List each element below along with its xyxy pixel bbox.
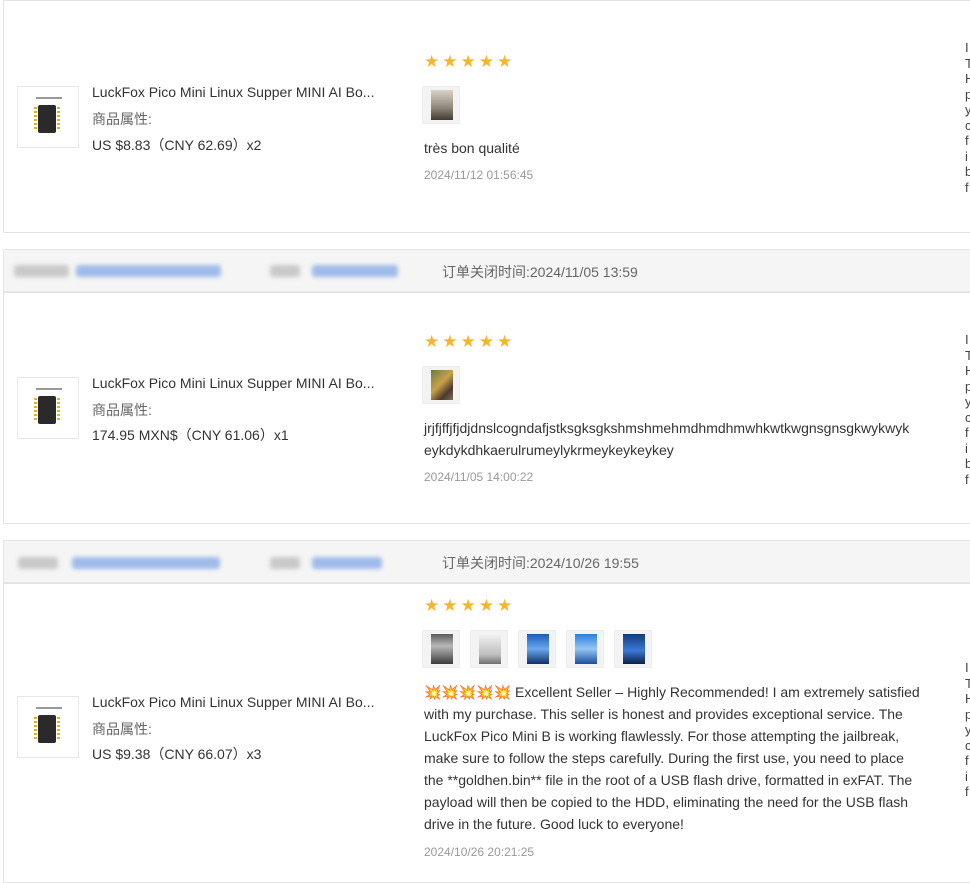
review-text-line-2: eykdykdhkaerulrumeylykrmeykeykeykey <box>424 442 674 458</box>
rating-stars: ★★★★★ <box>424 52 516 71</box>
board-pins-right <box>57 107 60 131</box>
clipped-column-text-2: IT Hp yc fi bf <box>965 332 970 487</box>
product-thumbnail[interactable] <box>17 377 79 439</box>
clipped-column-text-3: IT Hp yc fi f <box>965 660 970 799</box>
review-photo-2[interactable] <box>470 630 508 668</box>
redacted-text <box>270 265 300 277</box>
board-image <box>38 105 56 133</box>
board-pins-right <box>57 717 60 741</box>
board-image <box>38 715 56 743</box>
review-text: très bon qualité <box>424 140 520 156</box>
redacted-store-link <box>312 557 382 569</box>
product-attributes-label: 商品属性: <box>92 402 152 418</box>
review-photo-1[interactable] <box>422 630 460 668</box>
order-close-time: 订单关闭时间:2024/11/05 13:59 <box>442 264 638 280</box>
product-price: US $9.38（CNY 66.07）x3 <box>92 746 262 762</box>
review-date: 2024/10/26 20:21:25 <box>424 845 535 859</box>
product-price: US $8.83（CNY 62.69）x2 <box>92 137 262 153</box>
order-header-3: 订单关闭时间:2024/10/26 19:55 <box>3 540 970 583</box>
product-attributes-label: 商品属性: <box>92 721 152 737</box>
rating-stars: ★★★★★ <box>424 332 516 351</box>
product-thumbnail[interactable] <box>17 86 79 148</box>
review-text-line-1: 💥💥💥💥💥 Excellent Seller – Highly Recommen… <box>424 684 920 700</box>
review-date: 2024/11/05 14:00:22 <box>424 470 534 484</box>
review-text-line-7: drive in the future. Good luck to everyo… <box>424 816 684 832</box>
product-title[interactable]: LuckFox Pico Mini Linux Supper MINI AI B… <box>92 694 374 710</box>
board-pins-left <box>34 107 37 131</box>
order-card-1: LuckFox Pico Mini Linux Supper MINI AI B… <box>3 0 970 233</box>
product-price: 174.95 MXN$（CNY 61.06）x1 <box>92 427 289 443</box>
product-thumbnail[interactable] <box>17 696 79 758</box>
thumbnail-label-mark <box>36 707 62 709</box>
review-text-line-5: the **goldhen.bin** file in the root of … <box>424 772 913 788</box>
review-text-line-6: payload will then be copied to the HDD, … <box>424 794 909 810</box>
review-photo[interactable] <box>422 366 460 404</box>
order-close-time: 订单关闭时间:2024/10/26 19:55 <box>442 555 639 571</box>
thumbnail-label-mark <box>36 388 62 390</box>
order-card-2: LuckFox Pico Mini Linux Supper MINI AI B… <box>3 292 970 524</box>
review-photo-5[interactable] <box>614 630 652 668</box>
product-title[interactable]: LuckFox Pico Mini Linux Supper MINI AI B… <box>92 375 374 391</box>
clipped-column-text-1: IT Hp yc fi bf <box>965 40 970 195</box>
product-title[interactable]: LuckFox Pico Mini Linux Supper MINI AI B… <box>92 84 374 100</box>
review-text-line-3: LuckFox Pico Mini B is working flawlessl… <box>424 728 900 744</box>
redacted-order-id <box>72 557 220 569</box>
order-header-2: 订单关闭时间:2024/11/05 13:59 <box>3 249 970 292</box>
review-text-line-1: jrjfjffjfjdjdnslcogndafjstksgksgkshmshme… <box>424 420 910 436</box>
board-image <box>38 396 56 424</box>
board-pins-left <box>34 398 37 422</box>
review-photo-3[interactable] <box>518 630 556 668</box>
redacted-text <box>14 265 69 277</box>
redacted-text <box>18 557 58 569</box>
review-text-line-2: with my purchase. This seller is honest … <box>424 706 903 722</box>
order-card-3: LuckFox Pico Mini Linux Supper MINI AI B… <box>3 583 970 883</box>
review-photo-4[interactable] <box>566 630 604 668</box>
redacted-order-id <box>76 265 221 277</box>
review-date: 2024/11/12 01:56:45 <box>424 168 534 182</box>
board-pins-left <box>34 717 37 741</box>
redacted-store-link <box>312 265 398 277</box>
thumbnail-label-mark <box>36 97 62 99</box>
rating-stars: ★★★★★ <box>424 596 516 615</box>
review-text-line-4: make sure to follow the steps carefully.… <box>424 750 904 766</box>
review-photo[interactable] <box>422 86 460 124</box>
board-pins-right <box>57 398 60 422</box>
product-attributes-label: 商品属性: <box>92 111 152 127</box>
redacted-text <box>270 557 300 569</box>
